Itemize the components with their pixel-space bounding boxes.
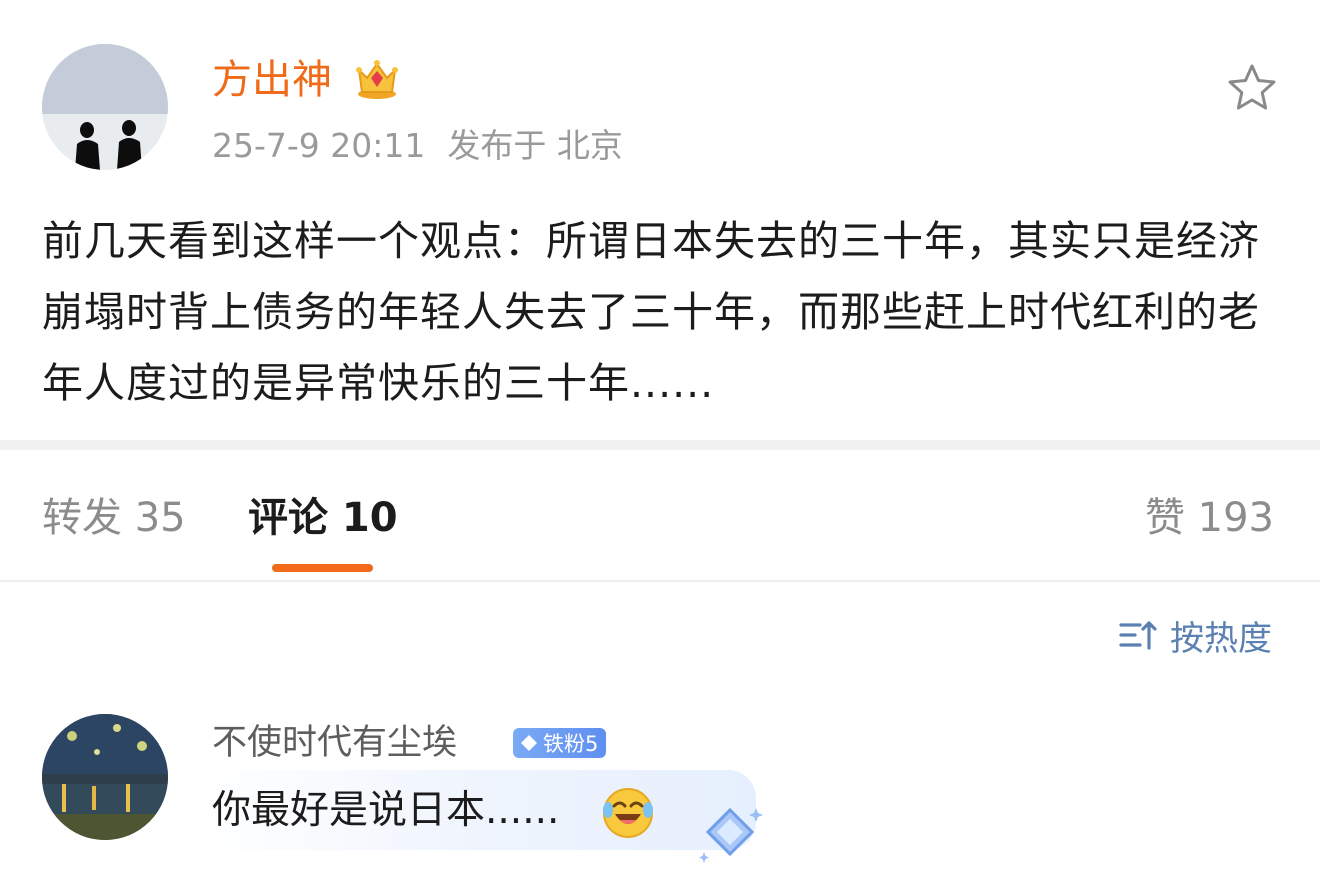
fan-badge-label: 铁粉5	[543, 732, 599, 756]
avatar-image	[42, 714, 168, 840]
star-icon[interactable]	[1224, 60, 1280, 116]
laughing-crying-emoji-icon	[603, 788, 653, 838]
tab-repost[interactable]: 转发 35	[42, 490, 186, 546]
crown-icon	[356, 60, 398, 99]
commenter-name[interactable]: 不使时代有尘埃	[212, 718, 457, 768]
post-location: 发布于 北京	[447, 126, 623, 165]
sort-toggle[interactable]: 按热度	[1118, 610, 1272, 660]
author-name[interactable]: 方出神	[212, 54, 332, 106]
diamond-icon	[521, 735, 537, 751]
post-time: 25-7-9 20:11	[212, 126, 426, 165]
fan-badge: 铁粉5	[513, 728, 607, 758]
tab-divider	[0, 580, 1320, 582]
tab-comments[interactable]: 评论 10	[248, 490, 398, 546]
section-divider	[0, 440, 1320, 450]
comment-text: 你最好是说日本......	[212, 788, 560, 833]
active-tab-indicator	[272, 564, 373, 572]
post-body: 前几天看到这样一个观点：所谓日本失去的三十年，其实只是经济崩塌时背上债务的年轻人…	[42, 217, 1260, 407]
commenter-avatar[interactable]	[42, 714, 168, 840]
avatar-image	[42, 44, 168, 170]
post-meta: 25-7-9 20:11 发布于 北京	[212, 124, 645, 168]
author-avatar[interactable]	[42, 44, 168, 170]
sort-icon	[1119, 621, 1157, 650]
tab-likes[interactable]: 赞 193	[1145, 490, 1274, 546]
gem-icon	[699, 807, 763, 863]
sort-label: 按热度	[1170, 618, 1272, 659]
